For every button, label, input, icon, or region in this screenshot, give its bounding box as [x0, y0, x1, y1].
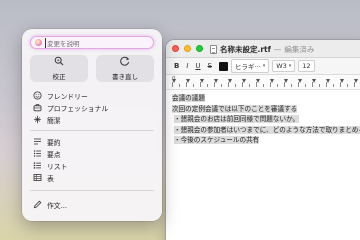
strikethrough-button[interactable]: S	[206, 62, 214, 70]
writing-tools-popover: 変更を説明 校正 書き直し フレンドリー プロフェッショナル 簡潔 要約 要点 …	[22, 29, 162, 221]
text-color-swatch[interactable]	[219, 61, 228, 71]
document-line: ・今後のスケジュールの共有	[174, 136, 260, 144]
pencil-icon	[33, 200, 42, 211]
smiley-icon	[33, 91, 42, 102]
menu-item-label: プロフェッショナル	[47, 105, 109, 113]
window-title: 名称未設定.rtf — 編集済み	[210, 44, 314, 55]
font-size-field[interactable]: 12	[298, 60, 315, 72]
menu-item-label: リスト	[47, 163, 68, 171]
italic-button[interactable]: I	[184, 62, 190, 70]
compose-menu: 作文...	[22, 199, 162, 211]
menu-item-table[interactable]: 表	[22, 172, 162, 184]
rewrite-label: 書き直し	[112, 73, 138, 81]
menu-item-compose[interactable]: 作文...	[22, 199, 162, 211]
ruler[interactable]: 0	[166, 75, 360, 90]
document-line: ・懇親会の参加者はいつまでに、どのような方法で取りまとめる	[172, 125, 360, 136]
menu-divider	[30, 190, 154, 191]
underline-button[interactable]: U	[193, 62, 202, 70]
proofread-button[interactable]: 校正	[30, 55, 88, 82]
font-weight-select[interactable]: W3 ▾	[272, 60, 296, 72]
describe-change-placeholder: 変更を説明	[45, 37, 80, 48]
zoom-window-button[interactable]	[196, 45, 203, 52]
window-titlebar: 名称未設定.rtf — 編集済み	[166, 40, 360, 58]
document-line: 会議の議題	[172, 94, 205, 102]
close-window-button[interactable]	[172, 45, 179, 52]
concise-icon	[33, 115, 42, 126]
summary-icon	[33, 137, 42, 148]
transform-menu: 要約 要点 リスト 表	[22, 136, 162, 184]
menu-item-label: 要約	[47, 139, 61, 147]
magnifier-icon	[54, 56, 64, 69]
table-icon	[33, 173, 42, 184]
menu-item-key-points[interactable]: 要点	[22, 148, 162, 160]
textedit-window: 名称未設定.rtf — 編集済み B I U S ヒラギ··· ▾ W3 ▾ 1…	[166, 40, 360, 240]
menu-item-label: 作文...	[47, 202, 68, 210]
chevron-down-icon: ▾	[288, 63, 292, 69]
menu-item-label: フレンドリー	[47, 93, 88, 101]
list-icon	[33, 161, 42, 172]
menu-item-professional[interactable]: プロフェッショナル	[22, 102, 162, 114]
proofread-label: 校正	[52, 73, 66, 81]
document-icon	[210, 45, 217, 54]
menu-item-summary[interactable]: 要約	[22, 136, 162, 148]
menu-item-list[interactable]: リスト	[22, 160, 162, 172]
describe-change-input[interactable]: 変更を説明	[30, 36, 154, 49]
rewrite-button[interactable]: 書き直し	[96, 55, 154, 82]
font-family-value: ヒラギ···	[235, 63, 261, 71]
menu-item-label: 表	[47, 175, 54, 183]
document-state: 編集済み	[284, 45, 315, 54]
menu-divider	[30, 130, 154, 131]
key-points-icon	[33, 149, 42, 160]
menu-item-concise[interactable]: 簡潔	[22, 114, 162, 126]
title-separator: —	[273, 45, 282, 54]
document-line: 次回の定例会議では以下のことを審議する	[172, 104, 298, 113]
document-line: ・懇親会のお店は前回同様で問題ないか。	[174, 115, 300, 123]
traffic-lights	[172, 45, 203, 52]
ruler-ticks	[172, 82, 360, 88]
format-toolbar: B I U S ヒラギ··· ▾ W3 ▾ 12	[166, 58, 360, 75]
document-text-area[interactable]: 会議の議題 次回の定例会議では以下のことを審議する ・懇親会のお店は前回同様で問…	[166, 90, 360, 149]
minimize-window-button[interactable]	[184, 45, 191, 52]
menu-item-label: 要点	[47, 151, 61, 159]
apple-intelligence-icon	[35, 39, 42, 46]
font-weight-value: W3	[276, 62, 287, 70]
document-filename[interactable]: 名称未設定.rtf	[220, 44, 271, 55]
tone-menu: フレンドリー プロフェッショナル 簡潔	[22, 90, 162, 126]
rewrite-icon	[120, 56, 130, 69]
font-family-select[interactable]: ヒラギ··· ▾	[231, 59, 270, 73]
chevron-down-icon: ▾	[262, 63, 266, 69]
menu-item-friendly[interactable]: フレンドリー	[22, 90, 162, 102]
briefcase-icon	[33, 103, 42, 114]
menu-item-label: 簡潔	[47, 117, 61, 125]
bold-button[interactable]: B	[172, 62, 181, 70]
